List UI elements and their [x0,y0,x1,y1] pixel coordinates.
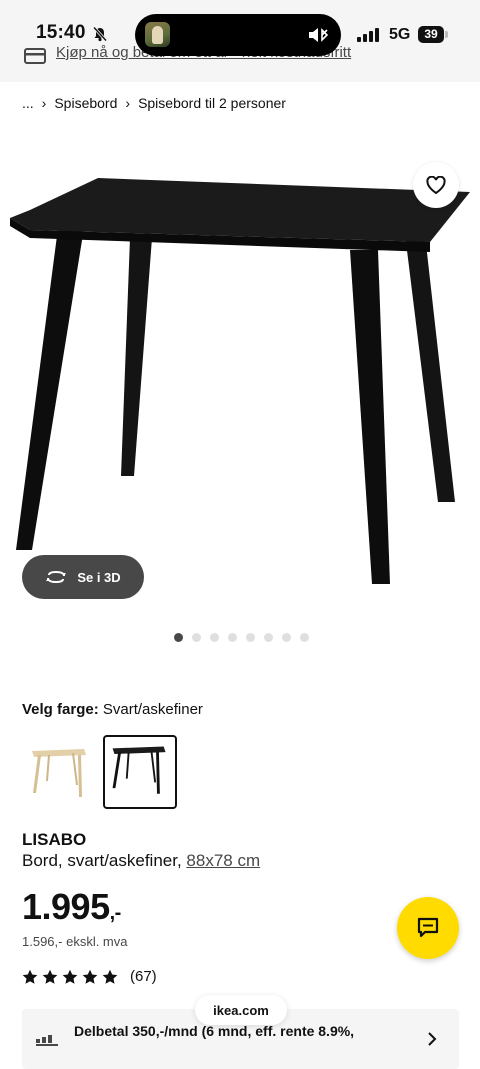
view-3d-label: Se i 3D [77,569,121,585]
pagination-dot[interactable] [210,633,219,642]
pagination-dot[interactable] [228,633,237,642]
image-pagination[interactable] [174,633,309,642]
view-3d-button[interactable]: Se i 3D [22,555,144,599]
pagination-dot[interactable] [264,633,273,642]
network-type: 5G [389,26,411,43]
rotate-3d-icon [46,570,67,584]
star-icon [62,969,78,984]
installment-icon [36,1035,58,1046]
color-value: Svart/askefiner [102,701,203,718]
battery-level: 39 [418,26,444,43]
rating[interactable]: (67) [22,968,157,985]
pagination-dot[interactable] [282,633,291,642]
product-description: Bord, svart/askefiner, 88x78 cm [22,851,260,871]
product-name: LISABO [22,830,87,849]
color-label: Velg farge: [22,701,99,718]
chevron-right-icon [428,1032,437,1046]
dynamic-island[interactable] [135,14,341,56]
price-ex-vat: 1.596,- ekskl. mva [22,934,128,949]
chat-button[interactable] [397,897,459,959]
chat-icon [417,917,439,938]
pagination-dot[interactable] [192,633,201,642]
pagination-dot[interactable] [300,633,309,642]
price-main: 1.995 [22,886,110,927]
pagination-dot-active[interactable] [174,633,183,642]
chevron-right-icon: › [41,95,47,111]
star-icon [42,969,58,984]
star-icon [102,969,118,984]
chevron-right-icon: › [125,95,131,111]
now-playing-thumbnail [145,22,170,47]
breadcrumb-ellipsis[interactable]: ... [22,95,34,111]
speaker-bluetooth-icon [309,28,329,42]
color-swatch-birch[interactable] [22,735,96,809]
browser-url-pill[interactable]: ikea.com [195,995,287,1025]
pagination-dot[interactable] [246,633,255,642]
star-icon [82,969,98,984]
breadcrumb: ... › Spisebord › Spisebord til 2 person… [22,95,286,111]
product-image[interactable] [0,130,480,610]
financing-text: Delbetal 350,-/mnd (6 mnd, eff. rente 8.… [74,1023,355,1039]
battery-icon: 39 [418,26,450,43]
heart-icon [426,176,446,194]
card-icon [24,48,46,64]
color-swatch-black[interactable] [103,735,177,809]
price-suffix: ,- [109,902,122,924]
breadcrumb-item-spisebord[interactable]: Spisebord [54,95,117,111]
status-time: 15:40 [36,22,86,43]
review-count[interactable]: (67) [130,968,157,985]
product-dimensions-link[interactable]: 88x78 cm [186,851,260,870]
star-icon [22,969,38,984]
product-price: 1.995,- [22,886,121,928]
breadcrumb-item-current[interactable]: Spisebord til 2 personer [138,95,286,111]
signal-icon [357,28,379,42]
product-description-text: Bord, svart/askefiner, [22,851,182,870]
bell-muted-icon [92,26,108,42]
favorite-button[interactable] [413,162,459,208]
color-selection-label: Velg farge: Svart/askefiner [22,701,203,718]
